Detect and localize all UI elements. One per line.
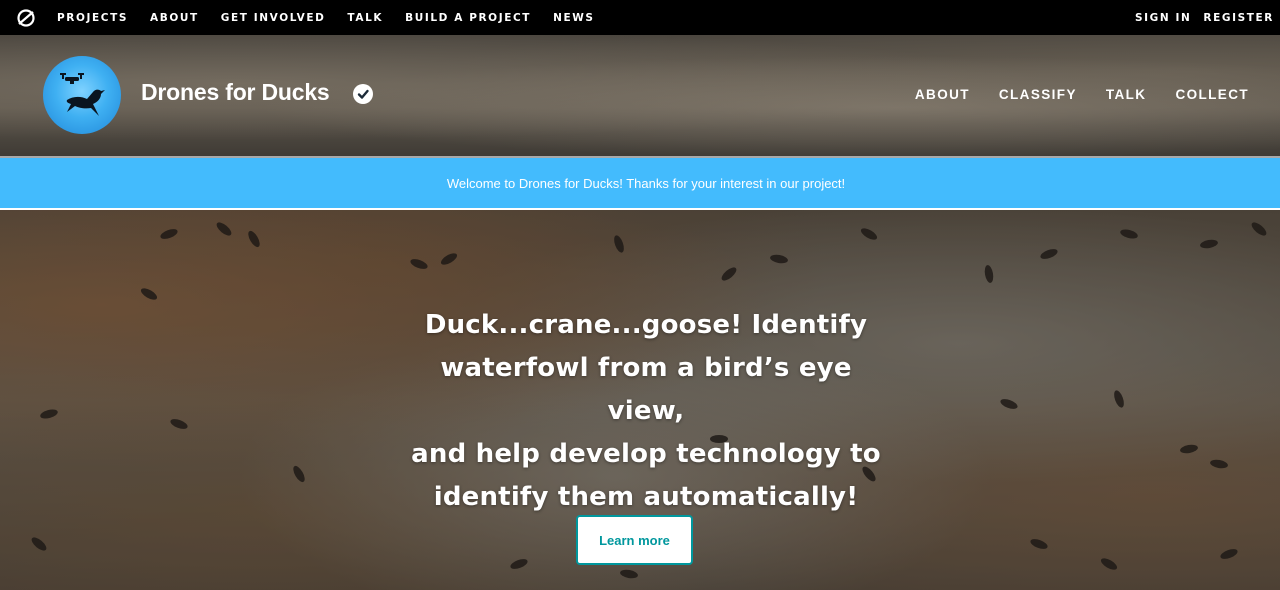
announcement-text: Welcome to Drones for Ducks! Thanks for … xyxy=(446,175,846,191)
announcement-banner: Welcome to Drones for Ducks! Thanks for … xyxy=(0,158,1280,210)
register-link[interactable]: REGISTER xyxy=(1203,12,1274,24)
check-circle-icon xyxy=(353,84,373,104)
account-links: SIGN IN REGISTER xyxy=(1123,0,1274,35)
nav-link-about[interactable]: ABOUT xyxy=(150,12,199,24)
hero-line: and help develop technology to xyxy=(411,439,881,469)
global-nav-links: PROJECTS ABOUT GET INVOLVED TALK BUILD A… xyxy=(46,12,606,24)
project-nav-about[interactable]: ABOUT xyxy=(915,87,970,102)
project-nav-collect[interactable]: COLLECT xyxy=(1175,87,1249,102)
nav-link-projects[interactable]: PROJECTS xyxy=(57,12,128,24)
nav-link-get-involved[interactable]: GET INVOLVED xyxy=(221,12,326,24)
hero-line: Duck...crane...goose! Identify xyxy=(424,310,868,340)
project-nav: ABOUT CLASSIFY TALK COLLECT xyxy=(886,87,1249,102)
hero-line: waterfowl from a bird’s eye view, xyxy=(440,353,852,426)
nav-link-build-a-project[interactable]: BUILD A PROJECT xyxy=(405,12,531,24)
global-nav-bar: PROJECTS ABOUT GET INVOLVED TALK BUILD A… xyxy=(0,0,1280,35)
nav-link-talk[interactable]: TALK xyxy=(347,12,383,24)
project-avatar[interactable] xyxy=(43,56,121,134)
learn-more-button[interactable]: Learn more xyxy=(576,515,693,565)
hero-description: Duck...crane...goose! Identify waterfowl… xyxy=(400,304,892,519)
hero-section: Duck...crane...goose! Identify waterfowl… xyxy=(0,210,1280,590)
project-nav-classify[interactable]: CLASSIFY xyxy=(999,87,1077,102)
sign-in-link[interactable]: SIGN IN xyxy=(1135,12,1191,24)
project-header: Drones for Ducks ABOUT CLASSIFY TALK COL… xyxy=(0,35,1280,158)
hero-line: identify them automatically! xyxy=(433,482,859,512)
project-nav-talk[interactable]: TALK xyxy=(1106,87,1147,102)
nav-link-news[interactable]: NEWS xyxy=(553,12,595,24)
project-title[interactable]: Drones for Ducks xyxy=(141,79,330,106)
zooniverse-logo-icon[interactable] xyxy=(16,8,36,28)
